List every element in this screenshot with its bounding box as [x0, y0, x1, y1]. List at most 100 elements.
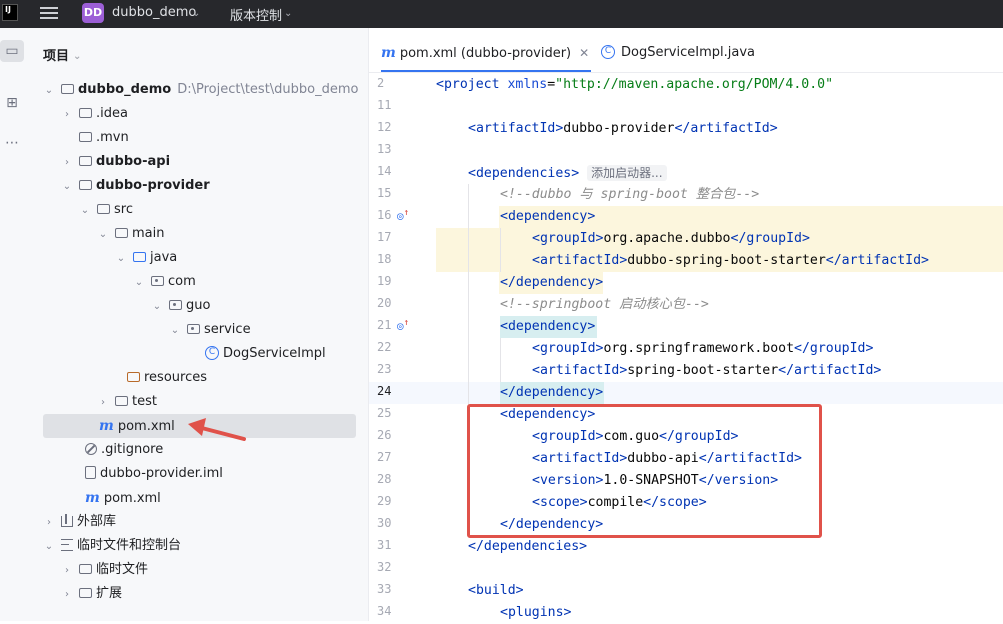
tool-window-strip: ▭ ⊞ ⋯ — [0, 28, 32, 621]
line-number: 24 — [377, 384, 392, 398]
maven-icon: m — [99, 418, 114, 434]
tree-item-iml[interactable]: dubbo-provider.iml — [79, 462, 223, 486]
code-editor[interactable]: m pom.xml (dubbo-provider) ✕ C DogServiceIm… — [369, 28, 1003, 621]
chevron-down-icon[interactable]: ⌄ — [151, 295, 163, 319]
tree-item-idea[interactable]: › .idea — [61, 102, 128, 126]
tree-item-guo[interactable]: ⌄ guo — [151, 294, 211, 319]
tree-item-main[interactable]: ⌄ main — [97, 222, 165, 247]
tree-item-dubbo-provider[interactable]: ⌄ dubbo-provider — [61, 174, 210, 198]
chevron-right-icon[interactable]: › — [61, 151, 73, 175]
chevron-right-icon[interactable]: › — [61, 583, 73, 607]
tree-item-dogserviceimpl[interactable]: C DogServiceImpl — [199, 342, 326, 366]
chevron-right-icon[interactable]: › — [43, 511, 55, 535]
resources-folder-icon — [127, 371, 140, 382]
chevron-down-icon[interactable]: ⌄ — [133, 271, 145, 295]
chevron-right-icon[interactable]: › — [61, 559, 73, 583]
project-switcher[interactable]: dubbo_demo — [112, 5, 196, 20]
folder-icon — [79, 107, 92, 118]
line-number: 32 — [377, 560, 392, 574]
tree-item-dubbo-demo[interactable]: ⌄ dubbo_demo D:\Project\test\dubbo_demo — [43, 78, 359, 102]
line-number: 26 — [377, 428, 392, 442]
tree-item-src[interactable]: ⌄ src — [79, 198, 133, 222]
code-line: </dependency> — [500, 275, 604, 290]
code-line: <artifactId>spring-boot-starter</artifac… — [532, 363, 882, 378]
tree-item-gitignore[interactable]: .gitignore — [79, 438, 163, 462]
more-tools-icon[interactable]: ⋯ — [1, 132, 23, 154]
line-number: 20 — [377, 296, 392, 310]
tree-item-com[interactable]: ⌄ com — [133, 270, 196, 294]
add-starter-hint[interactable]: 添加启动器... — [587, 165, 667, 181]
tab-pom-xml[interactable]: m pom.xml (dubbo-provider) ✕ — [381, 36, 592, 72]
tree-item-scratches[interactable]: ⌄ 临时文件和控制台 — [43, 534, 181, 558]
chevron-down-icon[interactable]: ⌄ — [97, 223, 109, 247]
indent-guide — [500, 228, 501, 272]
project-badge[interactable]: DD — [82, 3, 104, 23]
folder-icon — [115, 227, 128, 238]
line-number: 29 — [377, 494, 392, 508]
line-number: 16 — [377, 208, 392, 222]
chevron-down-icon[interactable]: ⌄ — [43, 79, 55, 103]
close-icon[interactable]: ✕ — [579, 46, 589, 60]
line-number: 2 — [377, 76, 385, 90]
tree-item-test[interactable]: › test — [97, 390, 157, 414]
title-bar: IJ DD dubbo_demo ⌄ 版本控制 ⌄ — [0, 0, 1003, 28]
module-folder-icon — [61, 83, 74, 94]
annotation-arrow-icon — [188, 418, 246, 441]
tree-item-service[interactable]: ⌄ service — [169, 318, 251, 342]
code-line: <artifactId>dubbo-spring-boot-starter</a… — [532, 253, 929, 268]
code-line: <artifactId>dubbo-provider</artifactId> — [468, 121, 778, 136]
overridden-method-icon[interactable]: ◎↑ — [397, 318, 409, 333]
file-icon — [85, 466, 96, 479]
chevron-right-icon[interactable]: › — [97, 391, 109, 415]
editor-tabs: m pom.xml (dubbo-provider) ✕ C DogServiceIm… — [369, 28, 1003, 73]
main-menu-icon[interactable] — [40, 4, 58, 22]
tree-item-dubbo-api[interactable]: › dubbo-api — [61, 150, 170, 174]
module-folder-icon — [79, 155, 92, 166]
folder-icon — [79, 563, 92, 574]
class-icon: C — [205, 345, 219, 360]
overridden-method-icon[interactable]: ◎↑ — [397, 208, 409, 223]
code-line: <project xmlns="http://maven.apache.org/… — [436, 77, 834, 92]
code-line: </dependency> — [500, 385, 604, 400]
line-number: 34 — [377, 604, 392, 618]
folder-icon — [79, 587, 92, 598]
chevron-down-icon[interactable]: ⌄ — [73, 51, 81, 62]
folder-icon — [97, 203, 110, 214]
tree-item-resources[interactable]: resources — [121, 366, 207, 390]
chevron-down-icon[interactable]: ⌄ — [61, 175, 73, 199]
tree-item-external-libraries[interactable]: › 外部库 — [43, 510, 116, 534]
chevron-down-icon[interactable]: ⌄ — [115, 247, 127, 271]
project-panel: 项目 ⌄ ⌄ dubbo_demo D:\Project\test\dubbo_dem… — [31, 28, 369, 621]
vcs-menu[interactable]: 版本控制 — [230, 5, 282, 24]
chevron-down-icon[interactable]: ⌄ — [43, 535, 55, 559]
code-line: <groupId>org.apache.dubbo</groupId> — [532, 231, 810, 246]
tree-item-java[interactable]: ⌄ java — [115, 246, 177, 270]
project-folder-icon[interactable]: ▭ — [0, 40, 24, 62]
chevron-right-icon[interactable]: › — [61, 103, 73, 127]
line-number: 12 — [377, 120, 392, 134]
code-line: <!--springboot 启动核心包--> — [500, 297, 709, 312]
chevron-down-icon[interactable]: ⌄ — [192, 8, 200, 19]
line-number: 23 — [377, 362, 392, 376]
ignored-file-icon — [85, 442, 97, 455]
line-number: 15 — [377, 186, 392, 200]
line-number: 27 — [377, 450, 392, 464]
chevron-down-icon[interactable]: ⌄ — [284, 8, 292, 19]
package-icon — [169, 299, 182, 310]
line-number: 14 — [377, 164, 392, 178]
tree-item-root-pom[interactable]: m pom.xml — [79, 486, 161, 510]
tab-dogserviceimpl[interactable]: C DogServiceImpl.java — [601, 36, 755, 70]
line-number: 11 — [377, 98, 392, 112]
structure-icon[interactable]: ⊞ — [1, 92, 23, 114]
indent-guide — [500, 338, 501, 382]
source-folder-icon — [133, 251, 146, 262]
tree-item-mvn[interactable]: .mvn — [61, 126, 129, 150]
intellij-logo-icon[interactable]: IJ — [2, 4, 18, 21]
chevron-down-icon[interactable]: ⌄ — [169, 319, 181, 343]
tree-item-extensions[interactable]: › 扩展 — [61, 582, 122, 606]
tree-item-scratch-files[interactable]: › 临时文件 — [61, 558, 148, 582]
project-panel-title[interactable]: 项目 ⌄ — [43, 45, 81, 64]
chevron-down-icon[interactable]: ⌄ — [79, 199, 91, 223]
line-number: 17 — [377, 230, 392, 244]
library-icon — [61, 514, 73, 527]
